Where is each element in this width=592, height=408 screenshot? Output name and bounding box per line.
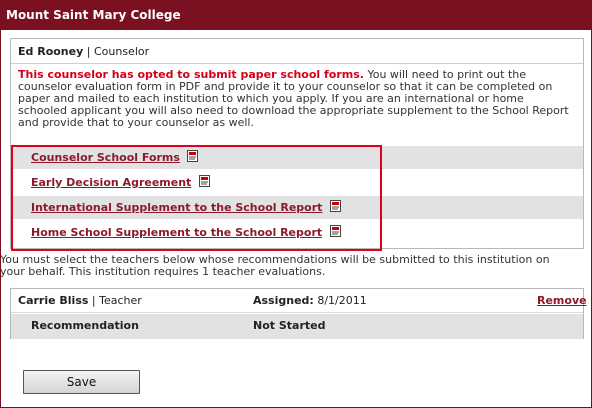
early-decision-agreement-link[interactable]: Early Decision Agreement	[31, 176, 191, 189]
counselor-separator: |	[83, 45, 94, 58]
save-button[interactable]: Save	[23, 370, 140, 394]
counselor-section: Ed Rooney | Counselor This counselor has…	[10, 38, 584, 249]
pdf-icon[interactable]	[329, 225, 341, 237]
pdf-icon[interactable]	[329, 200, 341, 212]
remove-teacher-link[interactable]: Remove	[537, 294, 587, 307]
paper-forms-notice: This counselor has opted to submit paper…	[11, 64, 583, 129]
counselor-name: Ed Rooney	[18, 45, 84, 58]
teacher-instructions-line-2: your behalf. This institution requires 1…	[0, 265, 326, 278]
college-name: Mount Saint Mary College	[6, 8, 181, 22]
recommendation-label: Recommendation	[31, 319, 139, 332]
recommendation-status: Not Started	[253, 319, 326, 332]
teacher-name-cell: Carrie Bliss | Teacher	[18, 294, 142, 307]
international-supplement-link[interactable]: International Supplement to the School R…	[31, 201, 322, 214]
teacher-name: Carrie Bliss	[18, 294, 89, 307]
teacher-role: Teacher	[99, 294, 142, 307]
pdf-icon[interactable]	[198, 175, 210, 187]
home-school-supplement-link[interactable]: Home School Supplement to the School Rep…	[31, 226, 322, 239]
teacher-row: Carrie Bliss | Teacher Assigned: 8/1/201…	[11, 289, 587, 313]
form-row-early-decision: Early Decision Agreement	[11, 171, 583, 194]
form-row-counselor-school-forms: Counselor School Forms	[11, 146, 583, 169]
form-row-international-supplement: International Supplement to the School R…	[11, 196, 583, 219]
counselor-school-forms-link[interactable]: Counselor School Forms	[31, 151, 180, 164]
assigned-label: Assigned:	[253, 294, 314, 307]
form-row-home-school-supplement: Home School Supplement to the School Rep…	[11, 221, 583, 244]
pdf-icon[interactable]	[187, 150, 199, 162]
assigned-cell: Assigned: 8/1/2011	[253, 294, 367, 307]
counselor-role: Counselor	[93, 45, 150, 58]
teacher-section: Carrie Bliss | Teacher Assigned: 8/1/201…	[10, 288, 587, 339]
assigned-date: 8/1/2011	[313, 294, 367, 307]
teacher-separator: |	[88, 294, 100, 307]
counselor-header: Ed Rooney | Counselor	[11, 39, 583, 64]
college-header: Mount Saint Mary College	[0, 0, 592, 30]
recommendation-row: Recommendation Not Started	[11, 314, 583, 339]
teacher-instructions: You must select the teachers below whose…	[0, 254, 592, 278]
